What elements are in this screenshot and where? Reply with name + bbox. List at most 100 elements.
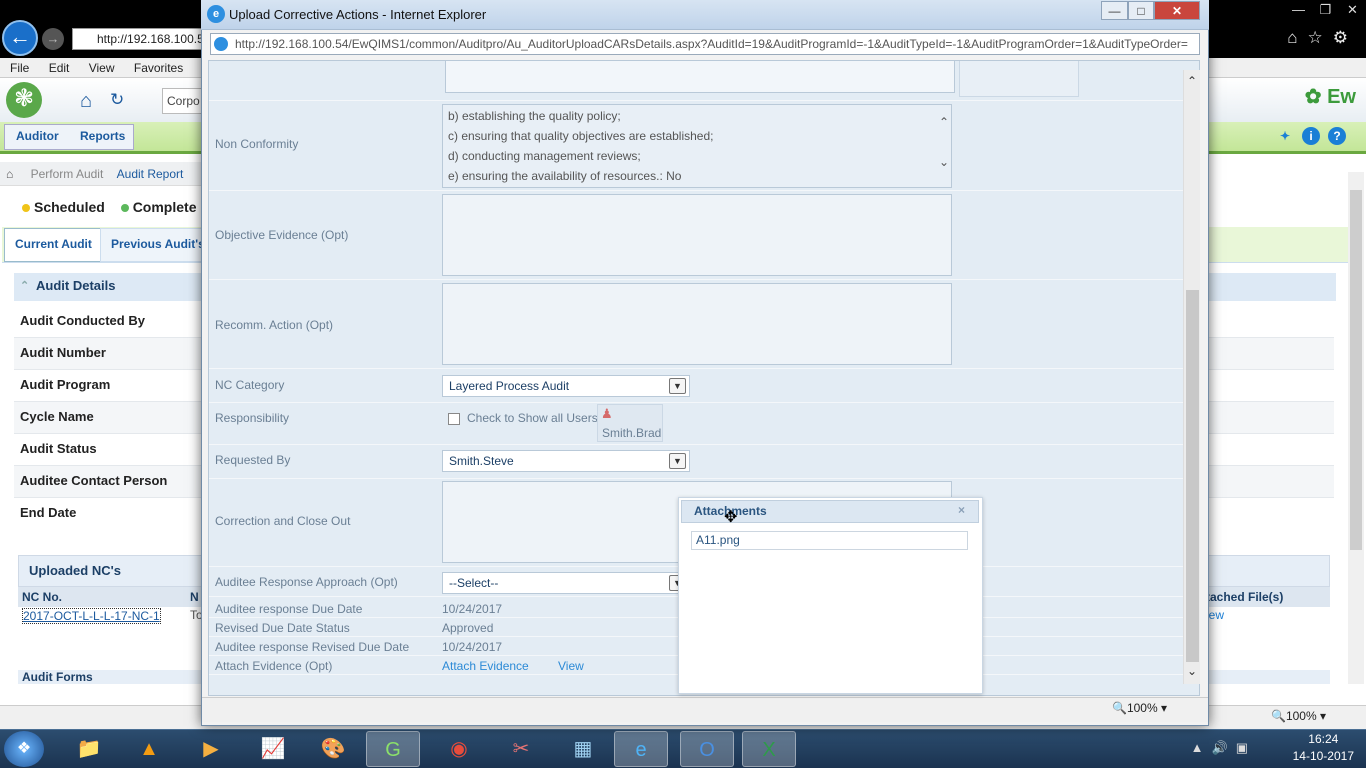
- popup-close-button[interactable]: ✕: [1154, 1, 1200, 20]
- chrome-icon[interactable]: ◉: [432, 731, 486, 767]
- label-responsibility: Responsibility: [215, 411, 290, 425]
- popup-maximize-button[interactable]: □: [1128, 1, 1154, 20]
- move-cursor-icon: ✥: [724, 509, 738, 526]
- label-requested-by: Requested By: [215, 453, 291, 467]
- breadcrumb-perform-audit[interactable]: Perform Audit: [31, 167, 104, 181]
- form-row: Objective Evidence (Opt): [209, 191, 1183, 280]
- vlc-icon[interactable]: ▲: [122, 731, 176, 767]
- popup-scrollbar-thumb[interactable]: [1186, 290, 1199, 662]
- scroll-down-icon[interactable]: ⌄: [939, 155, 949, 169]
- home-icon[interactable]: ⌂: [6, 167, 13, 181]
- internet-explorer-icon[interactable]: e: [614, 731, 668, 767]
- greenshot-icon[interactable]: G: [366, 731, 420, 767]
- restore-button[interactable]: ❐: [1312, 0, 1339, 20]
- snipping-tool-icon[interactable]: ✂: [494, 731, 548, 767]
- complete-dot: [120, 204, 129, 213]
- back-button[interactable]: ←: [2, 20, 38, 56]
- due-date-value: 10/24/2017: [442, 602, 503, 616]
- popup-scrollbar[interactable]: ⌃ ⌄: [1183, 70, 1200, 684]
- scroll-up-arrow-icon[interactable]: ⌃: [1187, 74, 1197, 88]
- close-button[interactable]: ✕: [1339, 0, 1366, 20]
- popup-title: Upload Corrective Actions - Internet Exp…: [229, 7, 487, 22]
- volume-icon[interactable]: 🔊: [1212, 740, 1236, 755]
- file-explorer-icon[interactable]: 📁: [62, 731, 116, 767]
- scroll-up-icon[interactable]: ⌃: [939, 115, 949, 129]
- address-bar[interactable]: http://192.168.100.5: [72, 28, 202, 50]
- info-icon[interactable]: i: [1302, 127, 1320, 145]
- attach-evidence-link[interactable]: Attach Evidence: [442, 659, 529, 673]
- company-select[interactable]: Corpo: [162, 88, 202, 114]
- scroll-down-arrow-icon[interactable]: ⌄: [1187, 664, 1197, 678]
- collapse-icon[interactable]: ⌃: [20, 273, 29, 299]
- field-audit-status: Audit Status: [20, 441, 97, 456]
- popup-address-bar[interactable]: http://192.168.100.54/EwQIMS1/common/Aud…: [210, 33, 1200, 55]
- view-link[interactable]: View: [558, 659, 584, 673]
- menu-edit[interactable]: Edit: [49, 61, 70, 75]
- popup-minimize-button[interactable]: —: [1101, 1, 1128, 20]
- label-recomm-action: Recomm. Action (Opt): [215, 318, 334, 332]
- response-approach-value: --Select--: [449, 576, 499, 590]
- menu-favorites[interactable]: Favorites: [134, 61, 183, 75]
- popup-zoom-control[interactable]: 🔍100% ▾: [1112, 701, 1167, 715]
- zoom-control[interactable]: 🔍100% ▾: [1271, 709, 1326, 723]
- non-conformity-text[interactable]: b) establishing the quality policy; c) e…: [442, 104, 952, 188]
- refresh-icon[interactable]: ↻: [110, 90, 124, 110]
- objective-evidence-input[interactable]: [442, 194, 952, 276]
- clock-date: 14-10-2017: [1292, 749, 1354, 763]
- start-button[interactable]: ❖: [4, 731, 44, 767]
- tools-gear-icon[interactable]: ⚙: [1333, 28, 1358, 47]
- tab-current-audit[interactable]: Current Audit: [4, 228, 103, 262]
- tab-previous-audits[interactable]: Previous Audit's: [100, 228, 216, 262]
- col-nc-no: NC No.: [22, 590, 62, 604]
- requested-by-select[interactable]: Smith.Steve ▼: [442, 450, 690, 472]
- nc-line: e) ensuring the availability of resource…: [448, 169, 682, 183]
- field-audit-number: Audit Number: [20, 345, 106, 360]
- menu-file[interactable]: File: [10, 61, 29, 75]
- attachment-file-link[interactable]: A11.png: [691, 531, 968, 550]
- tab-reports[interactable]: Reports: [80, 129, 125, 143]
- response-approach-select[interactable]: --Select--▼: [442, 572, 690, 594]
- revised-status-value: Approved: [442, 621, 494, 635]
- field-audit-program: Audit Program: [20, 377, 111, 392]
- col-second: N: [190, 590, 199, 604]
- nc-category-select[interactable]: Layered Process Audit ▼: [442, 375, 690, 397]
- paint-icon[interactable]: 🎨: [306, 731, 360, 767]
- show-all-users-checkbox[interactable]: [448, 413, 460, 425]
- network-icon[interactable]: ▣: [1236, 740, 1256, 755]
- outlook-icon[interactable]: O: [680, 731, 734, 767]
- attachments-close-button[interactable]: ×: [958, 503, 965, 517]
- home-icon[interactable]: ⌂: [1287, 28, 1307, 47]
- form-row: Recomm. Action (Opt): [209, 280, 1183, 369]
- browser-icons: ⌂☆⚙: [1287, 28, 1358, 48]
- scheduled-dot: [22, 204, 30, 213]
- ie-icon: e: [207, 5, 225, 23]
- menu-view[interactable]: View: [89, 61, 115, 75]
- previous-textarea[interactable]: [445, 61, 955, 93]
- page-scrollbar[interactable]: [1348, 172, 1364, 684]
- home-icon[interactable]: ⌂: [80, 90, 92, 113]
- user-icon: ♟: [601, 406, 613, 421]
- media-player-icon[interactable]: ▶: [184, 731, 238, 767]
- tab-auditor[interactable]: Auditor: [16, 129, 59, 143]
- pin-icon[interactable]: ✦: [1276, 127, 1294, 145]
- minimize-button[interactable]: —: [1285, 0, 1312, 20]
- page-icon: [214, 37, 228, 51]
- scrollbar-thumb[interactable]: [1350, 190, 1362, 550]
- favorites-star-icon[interactable]: ☆: [1308, 28, 1333, 47]
- clock[interactable]: 16:24 14-10-2017: [1293, 731, 1354, 765]
- company-logo: ❃: [6, 82, 42, 118]
- forward-button[interactable]: →: [42, 28, 64, 50]
- field-cycle-name: Cycle Name: [20, 409, 94, 424]
- tray-expand-icon[interactable]: ▲: [1191, 740, 1212, 755]
- user-chip[interactable]: ♟ Smith.Brad: [597, 404, 663, 442]
- revised-due-value: 10/24/2017: [442, 640, 503, 654]
- breadcrumb-audit-report[interactable]: Audit Report: [117, 167, 184, 181]
- form-row: [209, 61, 1183, 101]
- nc-number-link[interactable]: 2017-OCT-L-L-L-17-NC-1: [22, 608, 161, 624]
- breadcrumb: ⌂ Perform Audit Audit Report: [0, 162, 210, 186]
- recomm-action-input[interactable]: [442, 283, 952, 365]
- notes-icon[interactable]: ▦: [556, 731, 610, 767]
- help-icon[interactable]: ?: [1328, 127, 1346, 145]
- chart-app-icon[interactable]: 📈: [246, 731, 300, 767]
- excel-icon[interactable]: X: [742, 731, 796, 767]
